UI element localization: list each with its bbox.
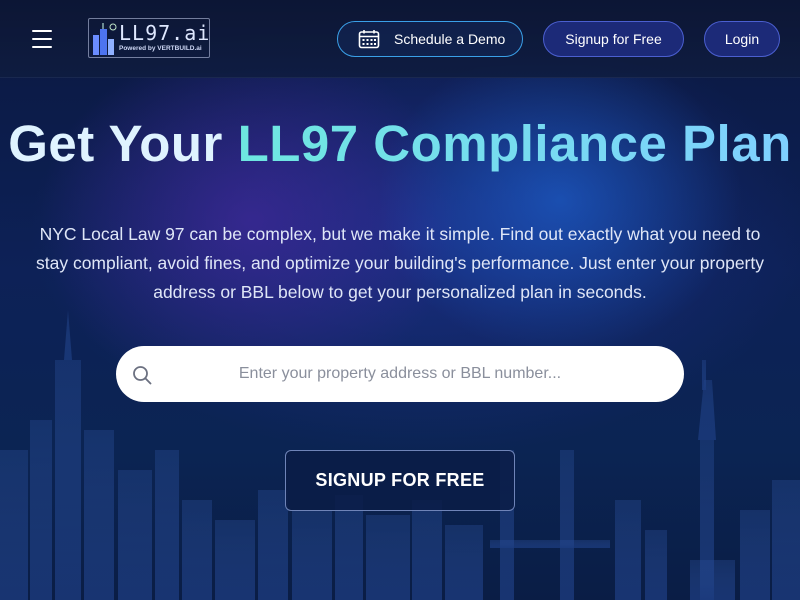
ll97-logo[interactable]: LL97.ai Powered by VERTBUILD.ai [88, 18, 210, 58]
building-logo-icon [93, 23, 117, 55]
signup-button[interactable]: Signup for Free [543, 21, 684, 57]
logo-text: LL97.ai [119, 21, 211, 45]
signup-label: Signup for Free [565, 31, 662, 47]
schedule-demo-label: Schedule a Demo [394, 31, 506, 47]
logo-subtext: Powered by VERTBUILD.ai [119, 45, 202, 52]
title-part-1: Get Your [8, 115, 238, 172]
cta-label: SIGNUP FOR FREE [315, 470, 485, 490]
signup-free-cta-button[interactable]: SIGNUP FOR FREE [285, 450, 515, 511]
schedule-demo-button[interactable]: Schedule a Demo [337, 21, 523, 57]
hamburger-menu-icon[interactable] [30, 28, 54, 50]
title-part-2: LL97 Compliance Plan [237, 115, 792, 172]
calendar-icon [358, 30, 380, 49]
login-button[interactable]: Login [704, 21, 780, 57]
search-icon [133, 366, 152, 385]
top-navigation-bar: LL97.ai Powered by VERTBUILD.ai Schedule… [0, 0, 800, 78]
login-label: Login [724, 31, 760, 47]
page-title: Get Your LL97 Compliance Plan [0, 114, 800, 173]
address-search-input[interactable] [170, 352, 630, 396]
hero-description: NYC Local Law 97 can be complex, but we … [35, 224, 764, 302]
